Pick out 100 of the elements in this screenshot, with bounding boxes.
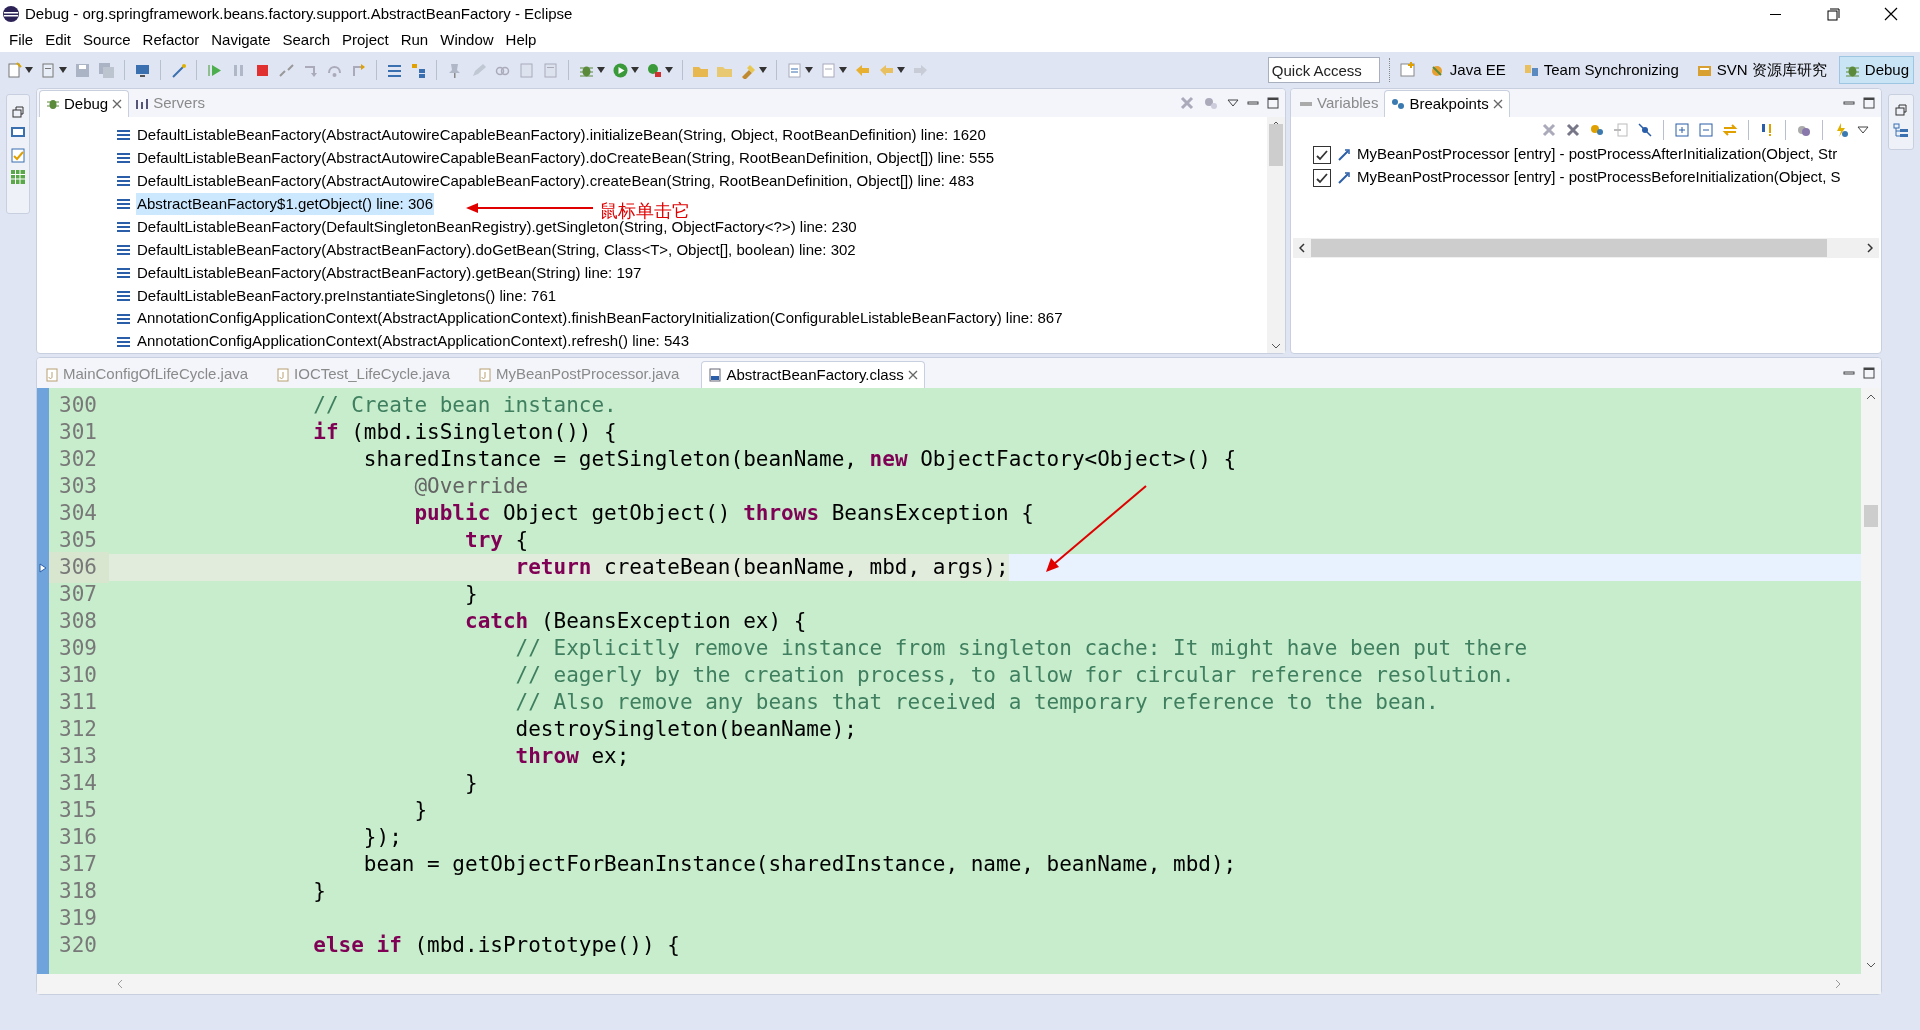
menu-item[interactable]: File <box>4 28 39 52</box>
gears-icon[interactable] <box>1589 122 1605 138</box>
code-line: } <box>413 796 428 824</box>
menu-item[interactable]: Source <box>78 28 136 52</box>
caret-icon[interactable] <box>665 67 673 73</box>
wand-icon[interactable] <box>170 61 187 79</box>
code-line: if (mbd.isSingleton()) { <box>312 418 617 446</box>
horizontal-scrollbar[interactable] <box>1293 238 1879 258</box>
perspective-button[interactable]: Team Synchronizing <box>1517 56 1684 84</box>
line-number: 300 <box>58 391 98 419</box>
breakpoint-label[interactable]: MyBeanPostProcessor [entry] - postProcessAfterInitialization(Object, Str <box>1357 143 1838 166</box>
checkbox[interactable] <box>1313 168 1331 187</box>
skip-icon[interactable] <box>1637 122 1653 138</box>
line-number: 311 <box>58 688 98 716</box>
menu-item[interactable]: Run <box>395 28 434 52</box>
import-icon[interactable] <box>1613 122 1629 138</box>
line-number: 313 <box>58 742 98 770</box>
link-arrows-icon[interactable] <box>1722 122 1738 138</box>
menu-item[interactable]: Search <box>277 28 335 52</box>
close-icon[interactable] <box>907 370 918 380</box>
maximize-icon[interactable] <box>1863 97 1875 109</box>
scroll-right-icon[interactable] <box>1867 243 1873 253</box>
gears-icon[interactable] <box>1203 95 1219 111</box>
menu-item[interactable]: Navigate <box>206 28 276 52</box>
grid-icon[interactable] <box>10 169 26 185</box>
perspective-button[interactable]: Debug <box>1838 56 1914 84</box>
view-tab[interactable]: Debug <box>39 90 130 117</box>
code-line: bean = getObjectForBeanInstance(sharedInstance, name, beanName, mbd); <box>362 850 1237 878</box>
close-icon[interactable] <box>112 99 123 109</box>
open-perspective-icon[interactable] <box>1398 61 1417 79</box>
disconnect-icon[interactable] <box>278 61 295 79</box>
code-line: // Explicitly remove instance from singleton cache: It might have been put there <box>514 634 1528 662</box>
scroll-down-icon[interactable] <box>1271 343 1281 349</box>
view-tab[interactable]: AbstractBeanFactory.class <box>701 361 925 388</box>
view-tab[interactable]: Breakpoints <box>1384 90 1510 117</box>
stack-frame-icon <box>117 244 130 256</box>
stack-frame[interactable]: DefaultListableBeanFactory(AbstractBeanFactory).doGetBean(String, Class<T>, Object[], boolean) line: 302 <box>136 238 857 262</box>
caret-icon[interactable] <box>839 67 847 73</box>
scrollbar-thumb[interactable] <box>1311 239 1827 257</box>
menu-item[interactable]: Help <box>500 28 542 52</box>
scroll-up-icon[interactable] <box>1866 394 1876 400</box>
scroll-down-icon[interactable] <box>1866 962 1876 968</box>
menu-item[interactable]: Refactor <box>137 28 205 52</box>
clipboard-icon[interactable] <box>10 147 26 163</box>
window-title: Debug - org.springframework.beans.factory.support.AbstractBeanFactory - Eclipse <box>25 3 573 24</box>
vertical-scrollbar[interactable] <box>1267 117 1285 353</box>
restore-icon[interactable] <box>1894 103 1908 117</box>
close-icon[interactable] <box>1492 99 1503 109</box>
stack-frame[interactable]: AbstractBeanFactory$1.getObject() line: 306 <box>136 192 434 216</box>
view-menu-icon[interactable] <box>1227 99 1239 107</box>
code-line: public Object getObject() throws BeansException { <box>413 499 1034 527</box>
stack-frame-icon <box>117 175 130 188</box>
quick-access-field[interactable]: Quick Access <box>1267 57 1380 83</box>
save-icon[interactable] <box>74 61 91 79</box>
server-icon <box>135 96 150 111</box>
stack-frame[interactable]: AnnotationConfigApplicationContext(AbstractApplicationContext).finishBeanFactoryInitialization(ConfigurableListableBeanFactory) line: 867 <box>136 307 1064 330</box>
caret-icon[interactable] <box>897 67 905 73</box>
caret-icon[interactable] <box>631 67 639 73</box>
scroll-left-icon[interactable] <box>1299 243 1305 253</box>
caret-icon[interactable] <box>759 67 767 73</box>
remove-all-icon[interactable] <box>1565 122 1581 138</box>
view-menu-icon[interactable] <box>1857 126 1869 134</box>
perspective-button[interactable]: Java EE <box>1423 56 1511 84</box>
scrollbar-thumb[interactable] <box>1269 124 1283 166</box>
stack-frame[interactable]: AnnotationConfigApplicationContext(AbstractApplicationContext).refresh() line: 543 <box>136 330 690 353</box>
maximize-icon[interactable] <box>1267 97 1279 109</box>
line-number: 312 <box>58 715 98 743</box>
perspective-button[interactable]: SVN 资源库研究 <box>1690 56 1832 84</box>
caret-icon[interactable] <box>59 67 67 73</box>
vertical-scrollbar[interactable] <box>1861 388 1881 974</box>
code-line: destroySingleton(beanName); <box>514 715 857 743</box>
checkbox[interactable] <box>1313 145 1331 164</box>
expand-icon[interactable] <box>1674 122 1690 138</box>
breakpoint-label[interactable]: MyBeanPostProcessor [entry] - postProcessBeforeInitialization(Object, S <box>1357 166 1841 189</box>
stack-frame[interactable]: DefaultListableBeanFactory.preInstantiateSingletons() line: 761 <box>136 284 558 308</box>
line-number: 309 <box>58 634 98 662</box>
stack-frame[interactable]: DefaultListableBeanFactory(AbstractAutowireCapableBeanFactory).initializeBean(String, Object, RootBeanDefinition) line: 1620 <box>136 124 987 147</box>
run-icon[interactable] <box>612 61 629 79</box>
scrollbar-thumb[interactable] <box>1864 505 1878 527</box>
code-line: }); <box>362 823 402 851</box>
menu-item[interactable]: Edit <box>40 28 77 52</box>
stack-frame[interactable]: DefaultListableBeanFactory(AbstractAutowireCapableBeanFactory).createBean(String, RootBeanDefinition, Object[]) line: 483 <box>136 170 976 193</box>
run-tool-icon[interactable] <box>646 61 663 79</box>
annotation-note: 鼠标单击它 <box>600 199 690 221</box>
tree-icon[interactable] <box>410 61 427 79</box>
remove-all-icon[interactable] <box>1179 95 1195 111</box>
caret-icon[interactable] <box>805 67 813 73</box>
stack-frame[interactable]: DefaultListableBeanFactory(AbstractAutowireCapableBeanFactory).doCreateBean(String, RootBeanDefinition, Object[]) line: 555 <box>136 147 996 170</box>
stack-frame[interactable]: DefaultListableBeanFactory(AbstractBeanFactory).getBean(String) line: 197 <box>136 261 643 285</box>
stack-frame-icon <box>117 198 130 211</box>
maximize-icon[interactable] <box>1863 367 1875 379</box>
caret-icon[interactable] <box>597 67 605 73</box>
remove-icon[interactable] <box>1541 122 1557 138</box>
caret-icon[interactable] <box>25 67 33 73</box>
menu-item[interactable]: Project <box>337 28 394 52</box>
restore-icon[interactable] <box>11 105 25 119</box>
outline-icon[interactable] <box>1893 123 1909 139</box>
menu-item[interactable]: Window <box>435 28 499 52</box>
collapse-icon[interactable] <box>1698 122 1714 138</box>
line-number: 304 <box>58 499 98 527</box>
